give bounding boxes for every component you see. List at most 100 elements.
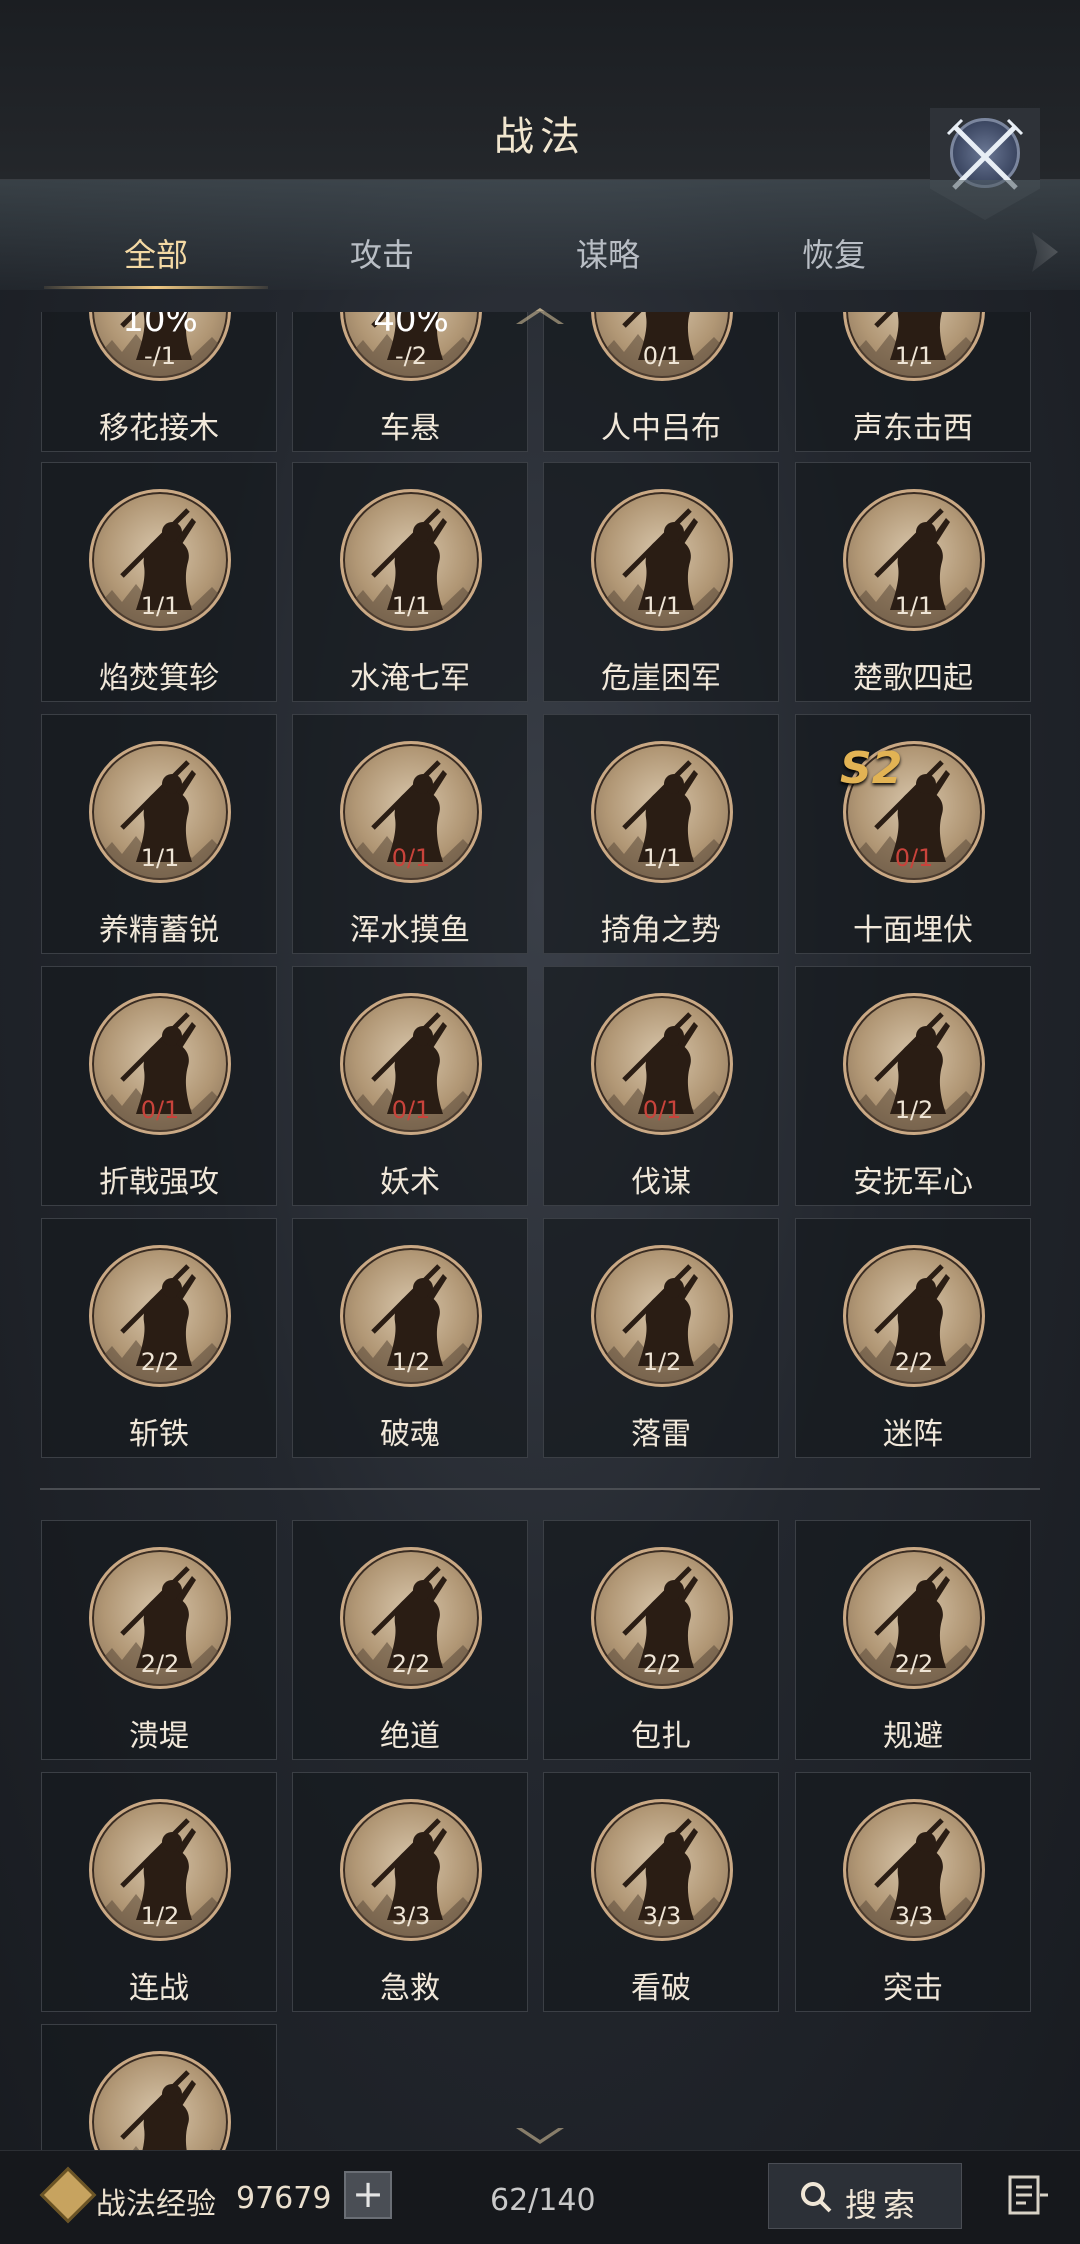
tactic-portrait: -/2 40%: [340, 312, 482, 381]
tactic-card[interactable]: -/1 10% 移花接木: [41, 312, 277, 452]
tactic-card[interactable]: 1/2 落雷: [543, 1218, 779, 1458]
tactic-card[interactable]: 1/1 掎角之势: [543, 714, 779, 954]
search-icon: [801, 2182, 832, 2213]
tactic-portrait: 0/1: [340, 993, 482, 1135]
tactic-count-label: 2/2: [140, 1650, 180, 1678]
search-button[interactable]: 搜索: [768, 2163, 962, 2229]
bottom-bar: 战法经验 97679 + 62/140 搜索: [0, 2150, 1080, 2244]
tactic-portrait: 2/2: [843, 1547, 985, 1689]
tactic-card[interactable]: 2/2 规避: [795, 1520, 1031, 1760]
tactic-portrait: 3/3: [843, 1799, 985, 1941]
tactic-card[interactable]: 1/2 连战: [41, 1772, 277, 2012]
tactic-name: 声东击西: [853, 411, 973, 446]
tactic-portrait: 1/1: [591, 489, 733, 631]
tactic-card[interactable]: 0/1 浑水摸鱼: [292, 714, 528, 954]
tactic-card[interactable]: 0/1 S2 十面埋伏: [795, 714, 1031, 954]
tactic-count-label: 1/2: [642, 1348, 682, 1376]
tactic-card[interactable]: 0/1 伐谋: [543, 966, 779, 1206]
section-divider: [40, 1488, 1040, 1490]
tactic-name: 包扎: [631, 1719, 691, 1754]
tactic-name: 掎角之势: [601, 913, 721, 948]
tactic-card[interactable]: 1/1 焰焚箕轸: [41, 462, 277, 702]
tactic-card[interactable]: 2/2 溃堤: [41, 1520, 277, 1760]
tactic-portrait: 1/1: [843, 489, 985, 631]
tactic-count-label: 3/3: [642, 1902, 682, 1930]
tactic-count-label: 1/1: [140, 592, 180, 620]
tactic-portrait: 0/1: [591, 312, 733, 381]
tactic-name: 规避: [883, 1719, 943, 1754]
tactic-portrait: 2/2: [843, 1245, 985, 1387]
tactic-card[interactable]: -/2 40% 车悬: [292, 312, 528, 452]
tactic-portrait: 3/3: [340, 1799, 482, 1941]
tactics-grid[interactable]: -/1 10% 移花接木 -/2 40% 车悬 0/1 人中吕布 1/1 声东击西 1/1 焰…: [0, 312, 1080, 2150]
tactic-card[interactable]: 3/3 看破: [543, 1772, 779, 2012]
tab-strategy[interactable]: 谋略: [495, 230, 721, 276]
tab-recovery[interactable]: 恢复: [721, 230, 947, 276]
tactic-name: 溃堤: [129, 1719, 189, 1754]
tactic-portrait: 2/2: [340, 1547, 482, 1689]
tactic-card[interactable]: 0/1 妖术: [292, 966, 528, 1206]
tab-attack[interactable]: 攻击: [269, 230, 495, 276]
tactic-card[interactable]: 3/3 突击: [795, 1772, 1031, 2012]
tactic-name: 十面埋伏: [853, 913, 973, 948]
tactic-portrait: 1/2: [340, 1245, 482, 1387]
tactic-name: 人中吕布: [601, 411, 721, 446]
top-bar: 战法: [0, 0, 1080, 220]
tab-all[interactable]: 全部: [43, 230, 269, 276]
tactic-name: 养精蓄锐: [99, 913, 219, 948]
tactic-count-label: 1/2: [140, 1902, 180, 1930]
tactic-name: 伐谋: [631, 1165, 691, 1200]
tactic-name: 危崖困军: [601, 661, 721, 696]
tactic-extra-label: 10%: [122, 312, 198, 340]
tactic-exp-label: 战法经验: [96, 2187, 216, 2222]
tactic-portrait: 2/2: [591, 1547, 733, 1689]
tactic-card[interactable]: 1/1 危崖困军: [543, 462, 779, 702]
tactic-card[interactable]: 2/2 斩铁: [41, 1218, 277, 1458]
tactic-card[interactable]: 3/3 急救: [292, 1772, 528, 2012]
tactic-portrait: 1/2: [591, 1245, 733, 1387]
tab-next-arrow-icon[interactable]: [1032, 232, 1058, 272]
tactic-name: 急救: [380, 1971, 440, 2006]
tactic-count-label: 0/1: [894, 844, 934, 872]
tactic-card[interactable]: 1/1 楚歌四起: [795, 462, 1031, 702]
tactic-portrait: 0/1: [340, 741, 482, 883]
tactic-count-label: 1/1: [894, 342, 934, 370]
tactic-count-label: 1/2: [894, 1096, 934, 1124]
tactic-count-label: -/1: [143, 342, 176, 370]
add-exp-button[interactable]: +: [344, 2171, 392, 2219]
tactic-count: 62/140: [490, 2183, 596, 2218]
tactic-name: 斩铁: [129, 1417, 189, 1452]
tactic-card[interactable]: 1/1 声东击西: [795, 312, 1031, 452]
tactic-card[interactable]: 1/1 养精蓄锐: [41, 714, 277, 954]
tactic-count-label: 3/3: [391, 1902, 431, 1930]
tactic-card[interactable]: 1/2 安抚军心: [795, 966, 1031, 1206]
tactic-count-label: 0/1: [642, 342, 682, 370]
tactic-card[interactable]: 2/2 迷阵: [795, 1218, 1031, 1458]
tactic-portrait: [89, 2051, 231, 2150]
season-badge: S2: [840, 743, 903, 794]
tactic-card[interactable]: 2/2 绝道: [292, 1520, 528, 1760]
tactic-portrait: 1/1: [89, 741, 231, 883]
tactic-name: 水淹七军: [350, 661, 470, 696]
tactic-portrait: 1/2: [843, 993, 985, 1135]
tactic-card[interactable]: 2/2 包扎: [543, 1520, 779, 1760]
tactic-card[interactable]: 1/2 破魂: [292, 1218, 528, 1458]
tactic-count-label: 0/1: [642, 1096, 682, 1124]
tactic-name: 折戟强攻: [99, 1165, 219, 1200]
tactic-count-label: 1/1: [642, 844, 682, 872]
tactic-name: 绝道: [380, 1719, 440, 1754]
tactic-name: 安抚军心: [853, 1165, 973, 1200]
tactic-portrait: 2/2: [89, 1245, 231, 1387]
tactic-card[interactable]: 0/1 折戟强攻: [41, 966, 277, 1206]
tactic-card[interactable]: 0/1 人中吕布: [543, 312, 779, 452]
tactic-name: 突击: [883, 1971, 943, 2006]
tactic-portrait: 2/2: [89, 1547, 231, 1689]
list-menu-icon[interactable]: [1006, 2173, 1050, 2217]
tactic-count-label: 1/2: [391, 1348, 431, 1376]
tactic-card[interactable]: 1/1 水淹七军: [292, 462, 528, 702]
tactic-card[interactable]: [41, 2024, 277, 2150]
tactic-count-label: 0/1: [391, 1096, 431, 1124]
tactic-count-label: 1/1: [140, 844, 180, 872]
tactic-name: 连战: [129, 1971, 189, 2006]
tactic-count-label: -/2: [394, 342, 427, 370]
